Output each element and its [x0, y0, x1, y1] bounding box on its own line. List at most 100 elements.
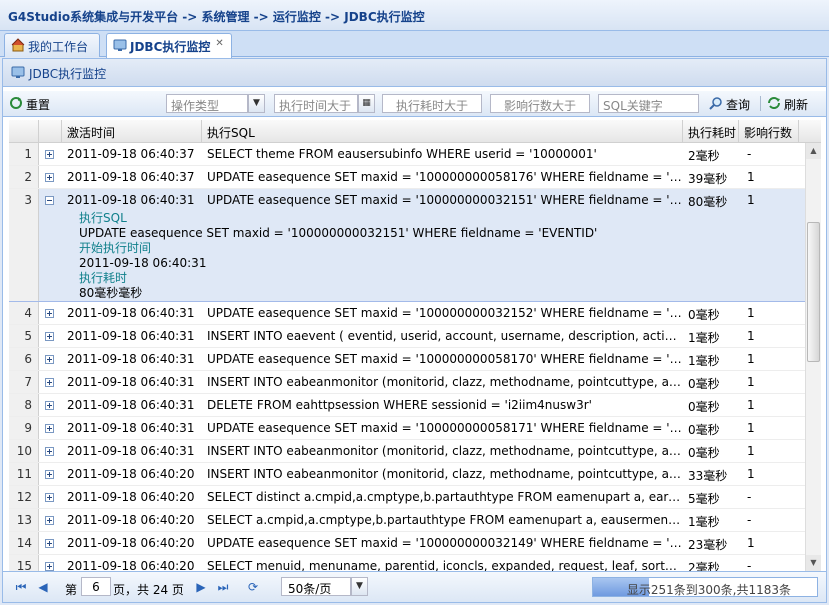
sql-cell: INSERT INTO eabeanmonitor (monitorid, cl… [207, 375, 683, 389]
panel-title: JDBC执行监控 [29, 67, 107, 81]
row-number: 1 [9, 143, 39, 165]
table-row[interactable]: 14 2011-09-18 06:40:20 UPDATE easequence… [9, 532, 805, 555]
active-time-cell: 2011-09-18 06:40:20 [67, 536, 195, 550]
expand-plus-icon[interactable] [45, 470, 54, 479]
table-row-expanded[interactable]: 3 2011-09-18 06:40:31 UPDATE easequence … [9, 189, 805, 302]
table-row[interactable]: 10 2011-09-18 06:40:31 INSERT INTO eabea… [9, 440, 805, 463]
affected-cell: 1 [747, 352, 755, 366]
reset-button[interactable]: 重置 [9, 95, 50, 113]
exec-time-field[interactable]: 执行时间大于 [274, 94, 358, 113]
expand-toggle[interactable] [39, 509, 61, 531]
expand-plus-icon[interactable] [45, 516, 54, 525]
next-page-icon[interactable]: ▶ [193, 580, 209, 594]
expand-plus-icon[interactable] [45, 378, 54, 387]
expand-plus-icon[interactable] [45, 332, 54, 341]
expand-plus-icon[interactable] [45, 424, 54, 433]
expand-plus-icon[interactable] [45, 173, 54, 182]
first-page-icon[interactable]: ⏮ [13, 580, 29, 594]
cost-field[interactable]: 执行耗时大于 [382, 94, 482, 113]
expand-toggle[interactable] [39, 189, 61, 211]
chevron-down-icon[interactable]: ▼ [351, 577, 368, 596]
refresh-icon[interactable]: ⟳ [245, 580, 261, 594]
expand-plus-icon[interactable] [45, 401, 54, 410]
table-row[interactable]: 15 2011-09-18 06:40:20 SELECT menuid, me… [9, 555, 805, 571]
row-number: 12 [9, 486, 39, 508]
expand-toggle[interactable] [39, 532, 61, 554]
table-row[interactable]: 6 2011-09-18 06:40:31 UPDATE easequence … [9, 348, 805, 371]
expand-plus-icon[interactable] [45, 309, 54, 318]
refresh-button[interactable]: 刷新 [767, 95, 808, 113]
expand-plus-icon[interactable] [45, 539, 54, 548]
expand-toggle[interactable] [39, 348, 61, 370]
paging-status-text: 显示251条到300条,共1183条 [626, 583, 791, 597]
table-row[interactable]: 13 2011-09-18 06:40:20 SELECT a.cmpid,a.… [9, 509, 805, 532]
active-time-cell: 2011-09-18 06:40:31 [67, 398, 195, 412]
reset-label: 重置 [26, 97, 51, 112]
table-row[interactable]: 2 2011-09-18 06:40:37 UPDATE easequence … [9, 166, 805, 189]
row-number: 3 [9, 189, 39, 301]
tab-my-workbench[interactable]: 我的工作台 [4, 33, 100, 57]
cost-cell: 2毫秒 [688, 561, 720, 571]
grid-header: 激活时间 执行SQL 执行耗时 影响行数 [9, 120, 821, 143]
expand-toggle[interactable] [39, 166, 61, 188]
detail-start-value: 2011-09-18 06:40:31 [79, 256, 207, 270]
table-row[interactable]: 11 2011-09-18 06:40:20 INSERT INTO eabea… [9, 463, 805, 486]
row-number: 13 [9, 509, 39, 531]
scroll-down-icon[interactable]: ▼ [806, 555, 821, 571]
expand-toggle[interactable] [39, 440, 61, 462]
expand-toggle[interactable] [39, 371, 61, 393]
page-size-select[interactable]: 50条/页 [281, 577, 351, 596]
expand-plus-icon[interactable] [45, 562, 54, 571]
active-time-cell: 2011-09-18 06:40:20 [67, 467, 195, 481]
prev-page-icon[interactable]: ◀ [35, 580, 51, 594]
collapse-minus-icon[interactable] [45, 196, 54, 205]
expand-toggle[interactable] [39, 417, 61, 439]
table-row[interactable]: 7 2011-09-18 06:40:31 INSERT INTO eabean… [9, 371, 805, 394]
expand-toggle[interactable] [39, 486, 61, 508]
expand-plus-icon[interactable] [45, 447, 54, 456]
expand-toggle[interactable] [39, 463, 61, 485]
chevron-down-icon[interactable]: ▼ [248, 94, 265, 113]
table-row[interactable]: 4 2011-09-18 06:40:31 UPDATE easequence … [9, 302, 805, 325]
page-number-input[interactable]: 6 [81, 577, 111, 596]
tab-jdbc-monitor[interactable]: JDBC执行监控 ✕ [106, 33, 232, 58]
expand-toggle[interactable] [39, 325, 61, 347]
header-affected-rows[interactable]: 影响行数 [739, 120, 799, 142]
affected-cell: 1 [747, 444, 755, 458]
cost-cell: 0毫秒 [688, 423, 720, 437]
query-button[interactable]: 查询 [709, 95, 750, 113]
header-exec-sql[interactable]: 执行SQL [202, 120, 683, 142]
cost-cell: 5毫秒 [688, 492, 720, 506]
table-row[interactable]: 1 2011-09-18 06:40:37 SELECT theme FROM … [9, 143, 805, 166]
sql-cell: UPDATE easequence SET maxid = '100000000… [207, 170, 683, 184]
expand-toggle[interactable] [39, 302, 61, 324]
affected-rows-field[interactable]: 影响行数大于 [490, 94, 590, 113]
panel-header: JDBC执行监控 [3, 59, 826, 87]
expand-toggle[interactable] [39, 555, 61, 571]
table-row[interactable]: 9 2011-09-18 06:40:31 UPDATE easequence … [9, 417, 805, 440]
page-total: 页，共 24 页 [113, 583, 184, 597]
vertical-scrollbar[interactable]: ▲ ▼ [805, 143, 821, 571]
sql-keyword-field[interactable]: SQL关键字 [598, 94, 699, 113]
expand-toggle[interactable] [39, 143, 61, 165]
header-active-time[interactable]: 激活时间 [62, 120, 202, 142]
scroll-up-icon[interactable]: ▲ [806, 143, 821, 159]
tab-label: JDBC执行监控 [130, 40, 211, 54]
affected-cell: 1 [747, 170, 755, 184]
active-time-cell: 2011-09-18 06:40:31 [67, 306, 195, 320]
expand-plus-icon[interactable] [45, 355, 54, 364]
close-icon[interactable]: ✕ [215, 38, 223, 49]
table-row[interactable]: 5 2011-09-18 06:40:31 INSERT INTO eaeven… [9, 325, 805, 348]
expand-plus-icon[interactable] [45, 150, 54, 159]
paging-status: 显示251条到300条,共1183条 [592, 577, 818, 597]
header-expander [39, 120, 62, 142]
table-row[interactable]: 12 2011-09-18 06:40:20 SELECT distinct a… [9, 486, 805, 509]
header-exec-cost[interactable]: 执行耗时 [683, 120, 739, 142]
scroll-thumb[interactable] [807, 222, 820, 362]
calendar-icon[interactable]: ▦ [358, 94, 375, 113]
last-page-icon[interactable]: ⏭ [215, 580, 231, 594]
expand-plus-icon[interactable] [45, 493, 54, 502]
operation-type-select[interactable]: 操作类型 [166, 94, 248, 113]
expand-toggle[interactable] [39, 394, 61, 416]
table-row[interactable]: 8 2011-09-18 06:40:31 DELETE FROM eahttp… [9, 394, 805, 417]
